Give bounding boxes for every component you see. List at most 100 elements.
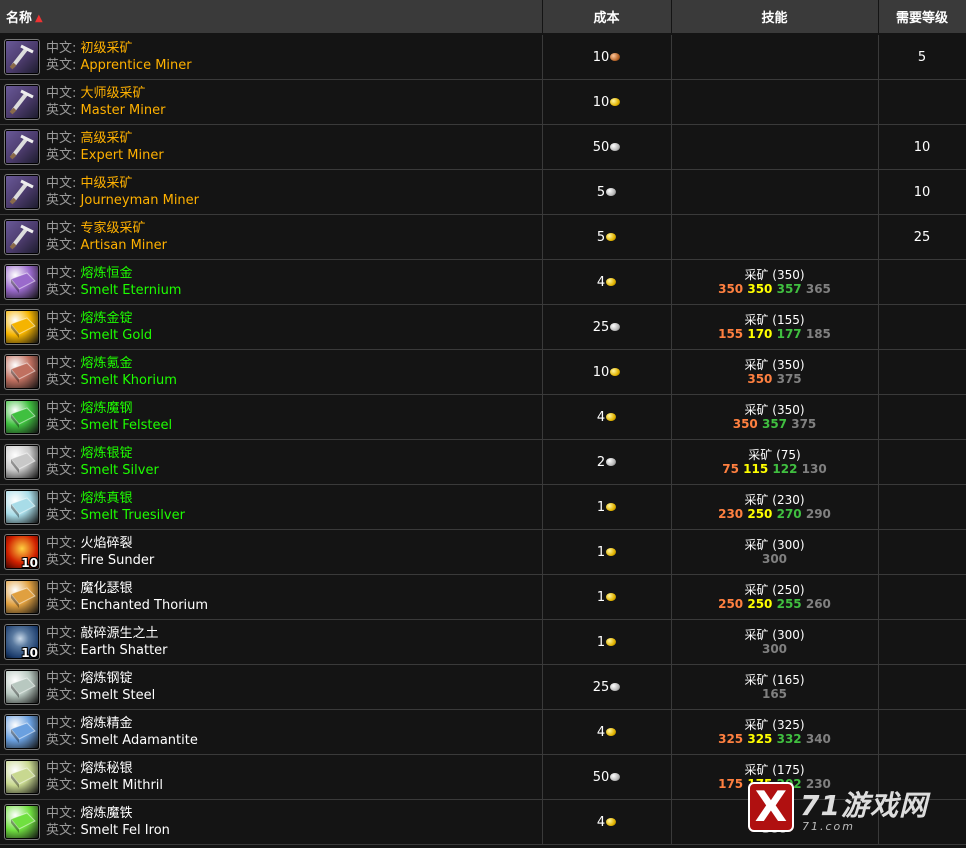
pickaxe-icon[interactable] [4, 84, 40, 120]
table-row[interactable]: 中文: 熔炼魔钢 英文: Smelt Felsteel 4 采矿 (350) 350 3… [0, 394, 966, 440]
truesilver-bar-icon[interactable] [4, 489, 40, 525]
chinese-name-line: 中文: 火焰碎裂 [46, 535, 154, 552]
recipe-english-name[interactable]: Artisan Miner [81, 238, 167, 253]
required-level-cell [878, 709, 966, 755]
cost-cell: 10 [542, 349, 672, 395]
eternium-bar-icon[interactable] [4, 264, 40, 300]
pickaxe-icon[interactable] [4, 39, 40, 75]
chinese-name-line: 中文: 熔炼氪金 [46, 355, 177, 372]
skill-levels: 230 250 270 290 [672, 507, 878, 521]
table-row[interactable]: 中文: 熔炼真银 英文: Smelt Truesilver 1 采矿 (230) 230… [0, 484, 966, 530]
felsteel-bar-icon[interactable] [4, 399, 40, 435]
gold-bar-icon[interactable] [4, 309, 40, 345]
recipe-chinese-name[interactable]: 高级采矿 [81, 131, 133, 146]
english-label: 英文: [46, 238, 77, 253]
table-row[interactable]: 中文: 熔炼恒金 英文: Smelt Eternium 4 采矿 (350) 350 3… [0, 259, 966, 305]
recipe-english-name[interactable]: Smelt Mithril [81, 778, 164, 793]
cost-cell: 10 [542, 79, 672, 125]
recipe-chinese-name[interactable]: 熔炼钢锭 [81, 671, 133, 686]
recipe-chinese-name[interactable]: 熔炼金锭 [81, 311, 133, 326]
table-row[interactable]: 中文: 熔炼金锭 英文: Smelt Gold 25 采矿 (155) 155 170 … [0, 304, 966, 350]
recipe-chinese-name[interactable]: 熔炼氪金 [81, 356, 133, 371]
pickaxe-icon[interactable] [4, 174, 40, 210]
skill-level-value: 185 [805, 327, 831, 341]
pickaxe-icon[interactable] [4, 219, 40, 255]
khorium-bar-icon[interactable] [4, 354, 40, 390]
recipe-chinese-name[interactable]: 专家级采矿 [81, 221, 146, 236]
site-watermark: X 71游戏网 71.com [748, 782, 958, 842]
recipe-english-name[interactable]: Master Miner [81, 103, 166, 118]
table-row[interactable]: 中文: 专家级采矿 英文: Artisan Miner 5 25 [0, 214, 966, 260]
recipe-english-name[interactable]: Smelt Fel Iron [81, 823, 170, 838]
adamantite-bar-icon[interactable] [4, 714, 40, 750]
earth-icon[interactable]: 10 [4, 624, 40, 660]
skill-cell: 采矿 (300) 300 [671, 619, 879, 665]
recipe-names: 中文: 中级采矿 英文: Journeyman Miner [46, 175, 199, 209]
cost-cell: 5 [542, 169, 672, 215]
chinese-label: 中文: [46, 176, 77, 191]
recipe-english-name[interactable]: Apprentice Miner [81, 58, 192, 73]
recipe-chinese-name[interactable]: 熔炼秘银 [81, 761, 133, 776]
recipe-english-name[interactable]: Smelt Silver [81, 463, 159, 478]
table-row[interactable]: 中文: 大师级采矿 英文: Master Miner 10 [0, 79, 966, 125]
fel-iron-bar-icon[interactable] [4, 804, 40, 840]
table-row[interactable]: 10 中文: 火焰碎裂 英文: Fire Sunder 1 采矿 (300) 300 [0, 529, 966, 575]
skill-levels: 325 325 332 340 [672, 732, 878, 746]
recipe-chinese-name[interactable]: 敲碎源生之土 [81, 626, 159, 641]
skill-level-value: 230 [718, 507, 744, 521]
recipe-english-name[interactable]: Smelt Steel [81, 688, 156, 703]
recipe-english-name[interactable]: Enchanted Thorium [81, 598, 209, 613]
english-label: 英文: [46, 373, 77, 388]
skill-level-value: 170 [747, 327, 773, 341]
enchanted-thorium-icon[interactable] [4, 579, 40, 615]
column-header-name[interactable]: 名称 ▲ [0, 0, 543, 35]
fire-icon[interactable]: 10 [4, 534, 40, 570]
recipe-english-name[interactable]: Earth Shatter [81, 643, 168, 658]
table-row[interactable]: 中文: 中级采矿 英文: Journeyman Miner 5 10 [0, 169, 966, 215]
recipe-chinese-name[interactable]: 熔炼魔铁 [81, 806, 133, 821]
skill-level-value: 350 [732, 417, 758, 431]
name-cell-content: 中文: 大师级采矿 英文: Master Miner [0, 80, 542, 124]
table-row[interactable]: 中文: 高级采矿 英文: Expert Miner 50 10 [0, 124, 966, 170]
table-row[interactable]: 10 中文: 敲碎源生之土 英文: Earth Shatter 1 采矿 (300) 30… [0, 619, 966, 665]
name-cell-content: 中文: 熔炼氪金 英文: Smelt Khorium [0, 350, 542, 394]
required-level-cell [878, 664, 966, 710]
table-row[interactable]: 中文: 熔炼精金 英文: Smelt Adamantite 4 采矿 (325) 325… [0, 709, 966, 755]
recipe-chinese-name[interactable]: 熔炼银锭 [81, 446, 133, 461]
recipe-english-name[interactable]: Smelt Eternium [81, 283, 182, 298]
recipe-chinese-name[interactable]: 初级采矿 [81, 41, 133, 56]
pickaxe-icon[interactable] [4, 129, 40, 165]
recipe-english-name[interactable]: Smelt Gold [81, 328, 153, 343]
column-header-level[interactable]: 需要等级 [878, 0, 966, 35]
table-row[interactable]: 中文: 魔化瑟银 英文: Enchanted Thorium 1 采矿 (250) 25… [0, 574, 966, 620]
english-name-line: 英文: Artisan Miner [46, 237, 167, 254]
recipe-chinese-name[interactable]: 熔炼恒金 [81, 266, 133, 281]
silver-bar-icon[interactable] [4, 444, 40, 480]
column-header-cost[interactable]: 成本 [542, 0, 672, 35]
skill-cell: 采矿 (75) 75 115 122 130 [671, 439, 879, 485]
name-cell: 中文: 熔炼精金 英文: Smelt Adamantite [0, 709, 543, 755]
skill-levels: 300 [672, 642, 878, 656]
recipe-english-name[interactable]: Smelt Felsteel [81, 418, 173, 433]
recipe-english-name[interactable]: Journeyman Miner [81, 193, 200, 208]
table-row[interactable]: 中文: 熔炼银锭 英文: Smelt Silver 2 采矿 (75) 75 115 1… [0, 439, 966, 485]
recipe-chinese-name[interactable]: 熔炼魔钢 [81, 401, 133, 416]
recipe-chinese-name[interactable]: 火焰碎裂 [81, 536, 133, 551]
name-cell: 中文: 初级采矿 英文: Apprentice Miner [0, 34, 543, 80]
recipe-english-name[interactable]: Smelt Truesilver [81, 508, 185, 523]
steel-bar-icon[interactable] [4, 669, 40, 705]
recipe-english-name[interactable]: Smelt Khorium [81, 373, 177, 388]
table-row[interactable]: 中文: 熔炼钢锭 英文: Smelt Steel 25 采矿 (165) 165 [0, 664, 966, 710]
recipe-english-name[interactable]: Expert Miner [81, 148, 164, 163]
recipe-english-name[interactable]: Smelt Adamantite [81, 733, 198, 748]
recipe-chinese-name[interactable]: 熔炼真银 [81, 491, 133, 506]
table-row[interactable]: 中文: 初级采矿 英文: Apprentice Miner 10 5 [0, 34, 966, 80]
mithril-bar-icon[interactable] [4, 759, 40, 795]
recipe-english-name[interactable]: Fire Sunder [81, 553, 155, 568]
table-row[interactable]: 中文: 熔炼氪金 英文: Smelt Khorium 10 采矿 (350) 350 3… [0, 349, 966, 395]
column-header-skill[interactable]: 技能 [671, 0, 879, 35]
recipe-chinese-name[interactable]: 魔化瑟银 [81, 581, 133, 596]
recipe-chinese-name[interactable]: 熔炼精金 [81, 716, 133, 731]
recipe-chinese-name[interactable]: 大师级采矿 [81, 86, 146, 101]
recipe-chinese-name[interactable]: 中级采矿 [81, 176, 133, 191]
